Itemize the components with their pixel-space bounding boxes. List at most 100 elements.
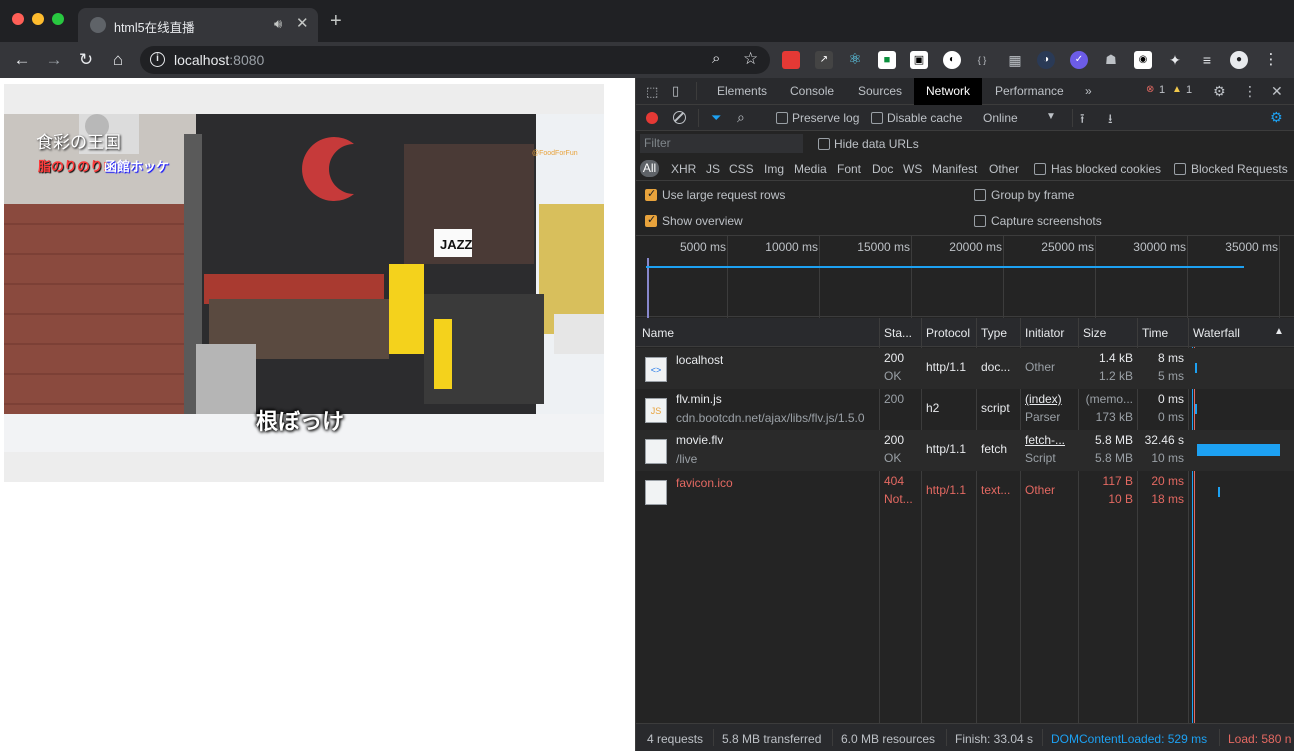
record-button[interactable] — [646, 112, 658, 124]
download-icon[interactable]: ⭳ — [1108, 110, 1113, 132]
window-close-button[interactable] — [12, 13, 24, 25]
waterfall-bar[interactable] — [1218, 487, 1220, 497]
info-icon[interactable]: i — [150, 52, 165, 67]
video-player[interactable]: JAZZ 食彩の王国 脂のりのり! 函館ホッケ @FoodForFun 根ぼっけ — [4, 84, 604, 482]
bookmark-star-icon[interactable]: ☆ — [743, 49, 758, 69]
kebab-menu-icon[interactable]: ⋮ — [1243, 83, 1257, 100]
forward-button[interactable]: → — [42, 48, 66, 72]
extension-icon[interactable]: ◉ — [1134, 51, 1152, 69]
extension-icon[interactable]: ↗ — [815, 51, 833, 69]
network-overview[interactable]: 5000 ms 10000 ms 15000 ms 20000 ms 25000… — [636, 235, 1294, 318]
table-row[interactable]: <> localhost 200 OK http/1.1 doc... Other 1.4 k… — [636, 348, 1294, 389]
extension-icon[interactable]: ☗ — [1102, 51, 1120, 69]
more-tabs-icon[interactable]: » — [1085, 84, 1092, 98]
waterfall-bar[interactable] — [1197, 444, 1280, 456]
col-type[interactable]: Type — [981, 326, 1007, 340]
type-img[interactable]: Img — [764, 162, 784, 176]
close-icon[interactable]: ✕ — [1271, 83, 1283, 100]
table-row[interactable]: JS flv.min.js cdn.bootcdn.net/ajax/libs/fl… — [636, 389, 1294, 430]
large-rows-checkbox[interactable] — [645, 187, 657, 201]
device-toolbar-icon[interactable]: ▯ — [672, 83, 679, 99]
table-row[interactable]: favicon.ico 404 Not... http/1.1 text... Other… — [636, 471, 1294, 512]
clear-icon[interactable] — [673, 111, 686, 124]
col-size[interactable]: Size — [1083, 326, 1106, 340]
react-devtools-icon[interactable]: ⚛ — [846, 51, 864, 69]
col-name[interactable]: Name — [642, 326, 674, 340]
close-icon[interactable]: ✕ — [296, 14, 309, 32]
home-button[interactable]: ⌂ — [106, 48, 130, 72]
initiator[interactable]: (index) — [1025, 392, 1062, 406]
blocked-cookies-checkbox[interactable] — [1034, 163, 1046, 175]
request-name[interactable]: flv.min.js — [676, 392, 722, 406]
group-by-frame-checkbox[interactable] — [974, 189, 986, 201]
type-ws[interactable]: WS — [903, 162, 922, 176]
warning-count[interactable]: 1 — [1186, 84, 1192, 96]
back-button[interactable]: ← — [10, 48, 34, 72]
reload-button[interactable]: ↻ — [74, 48, 98, 72]
speaker-icon[interactable]: 🔊︎ — [274, 16, 282, 32]
initiator[interactable]: fetch-... — [1025, 433, 1065, 447]
extension-icon[interactable]: ◑ — [1037, 51, 1055, 69]
col-initiator[interactable]: Initiator — [1025, 326, 1064, 340]
tab-console[interactable]: Console — [790, 84, 834, 98]
profile-avatar-icon[interactable]: ● — [1230, 51, 1248, 69]
chevron-down-icon[interactable]: ▼ — [1046, 111, 1056, 122]
type-manifest[interactable]: Manifest — [932, 162, 977, 176]
blocked-requests-checkbox[interactable] — [1174, 163, 1186, 175]
sort-up-icon[interactable]: ▲ — [1274, 326, 1284, 337]
tab-sources[interactable]: Sources — [858, 84, 902, 98]
extension-icon[interactable]: ▣ — [910, 51, 928, 69]
gear-icon[interactable]: ⚙ — [1213, 83, 1226, 100]
gear-icon[interactable]: ⚙ — [1270, 109, 1283, 126]
capture-screenshots-checkbox[interactable] — [974, 215, 986, 227]
qr-code-icon[interactable]: ▦ — [1006, 51, 1024, 69]
zoom-icon[interactable]: ⌕ — [712, 50, 720, 67]
request-name[interactable]: movie.flv — [676, 433, 723, 447]
col-time[interactable]: Time — [1142, 326, 1168, 340]
type-all[interactable]: All — [640, 160, 659, 177]
address-bar[interactable]: i localhost:8080 ⌕ ☆ — [140, 46, 770, 74]
hide-data-urls-checkbox[interactable] — [818, 138, 830, 150]
type-other[interactable]: Other — [989, 162, 1019, 176]
show-overview-checkbox[interactable] — [645, 213, 657, 227]
throttle-select[interactable]: Online — [983, 111, 1018, 125]
tab-performance[interactable]: Performance — [995, 84, 1064, 98]
inspect-element-icon[interactable]: ⬚ — [646, 84, 658, 100]
video-frame[interactable]: JAZZ 食彩の王国 脂のりのり! 函館ホッケ @FoodForFun 根ぼっけ — [4, 114, 604, 452]
tab-elements[interactable]: Elements — [717, 84, 767, 98]
error-count[interactable]: 1 — [1159, 84, 1165, 96]
type-font[interactable]: Font — [837, 162, 861, 176]
browser-tab[interactable]: html5在线直播 🔊︎ ✕ — [78, 8, 318, 42]
extension-icon[interactable]: ■ — [878, 51, 896, 69]
new-tab-button[interactable]: + — [330, 11, 342, 31]
type-js[interactable]: JS — [706, 162, 720, 176]
table-row[interactable]: movie.flv/live 200 OK http/1.1 fetch fetch-..… — [636, 430, 1294, 471]
window-zoom-button[interactable] — [52, 13, 64, 25]
type-xhr[interactable]: XHR — [671, 162, 696, 176]
type-media[interactable]: Media — [794, 162, 827, 176]
request-name[interactable]: localhost — [676, 353, 723, 367]
request-name[interactable]: favicon.ico — [676, 476, 733, 490]
filter-input[interactable]: Filter — [640, 134, 803, 153]
kebab-menu-icon[interactable]: ⋮ — [1262, 51, 1280, 69]
col-status[interactable]: Sta... — [884, 326, 912, 340]
col-protocol[interactable]: Protocol — [926, 326, 970, 340]
extension-icon[interactable] — [782, 51, 800, 69]
media-control-icon[interactable]: ≡ — [1198, 51, 1216, 69]
window-minimize-button[interactable] — [32, 13, 44, 25]
type-doc[interactable]: Doc — [872, 162, 893, 176]
extension-icon[interactable]: ◐ — [943, 51, 961, 69]
preserve-log-checkbox[interactable] — [776, 112, 788, 124]
disable-cache-checkbox[interactable] — [871, 112, 883, 124]
waterfall-bar[interactable] — [1195, 404, 1197, 414]
waterfall-bar[interactable] — [1195, 363, 1197, 373]
type-css[interactable]: CSS — [729, 162, 754, 176]
puzzle-icon[interactable]: ✦ — [1166, 51, 1184, 69]
filter-icon[interactable]: ⏷ — [711, 110, 721, 126]
col-waterfall[interactable]: Waterfall — [1193, 326, 1240, 340]
upload-icon[interactable]: ⭱ — [1080, 110, 1085, 132]
tab-network[interactable]: Network — [914, 78, 983, 105]
json-viewer-icon[interactable]: { } — [973, 51, 991, 69]
extension-icon[interactable]: ✓ — [1070, 51, 1088, 69]
search-icon[interactable]: ⌕ — [737, 109, 745, 126]
